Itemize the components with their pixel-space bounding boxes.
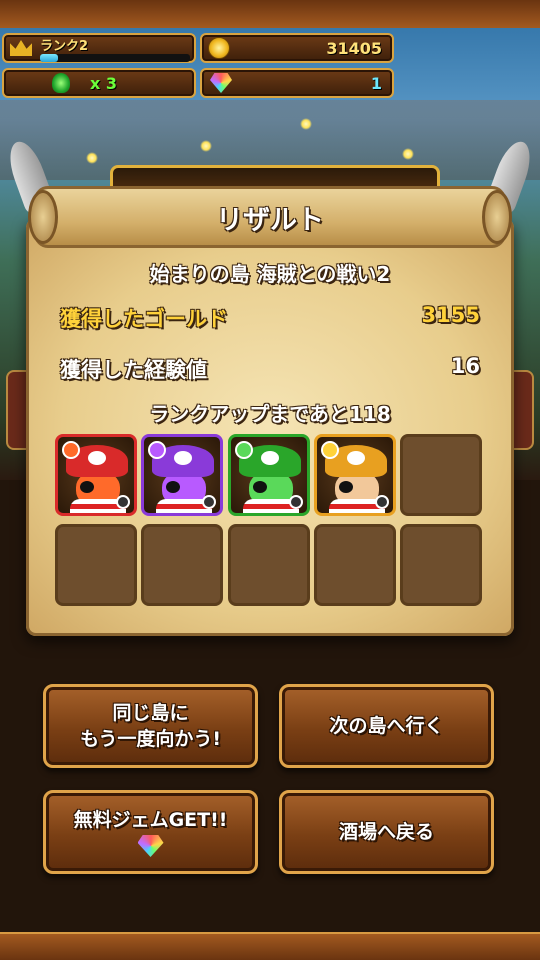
element-badge-icon (321, 441, 339, 459)
eyepatch (80, 481, 94, 493)
exp-earned-label: 獲得した経験値 (60, 358, 207, 382)
crown-icon (10, 40, 32, 56)
skull-icon (174, 451, 192, 465)
yellow-pirate-icon (314, 434, 396, 516)
skill-badge-icon (289, 495, 303, 509)
gem-panel: 1 (200, 68, 394, 98)
skill-badge-icon (116, 495, 130, 509)
empty-slot (400, 434, 482, 516)
green-pirate-icon (228, 434, 310, 516)
purple-pirate-icon (141, 434, 223, 516)
empty-slot (400, 524, 482, 606)
sparkle-icon (402, 148, 414, 160)
return-to-tavern-label: 酒場へ戻る (338, 821, 434, 843)
skull-icon (88, 451, 106, 465)
skull-icon (261, 451, 279, 465)
rank-progress-bar (40, 54, 190, 62)
free-gems-label: 無料ジェムGET!! (73, 809, 228, 831)
next-island-button[interactable]: 次の島へ行く (279, 684, 494, 768)
coin-icon (208, 37, 230, 59)
skill-badge-icon (375, 495, 389, 509)
potion-count: x 3 (90, 74, 118, 93)
element-badge-icon (62, 441, 80, 459)
empty-slot (141, 524, 223, 606)
rank-panel: ランク2 (2, 33, 196, 63)
red-pirate-icon (55, 434, 137, 516)
empty-slot (55, 524, 137, 606)
skull-icon (347, 451, 365, 465)
retry-island-button[interactable]: 同じ島に もう一度向かう! (43, 684, 258, 768)
stage-name: 始まりの島 海賊との戦い2 (149, 262, 391, 286)
gem-icon (210, 73, 232, 93)
sparkle-icon (200, 140, 212, 152)
top-wood-bar (0, 0, 540, 28)
sparkle-icon (86, 152, 98, 164)
retry-island-label: 同じ島に もう一度向かう! (79, 702, 222, 750)
potion-icon (52, 73, 70, 93)
next-island-label: 次の島へ行く (329, 715, 444, 737)
free-gems-button[interactable]: 無料ジェムGET!! (43, 790, 258, 874)
gold-earned-label: 獲得したゴールド (60, 307, 228, 331)
game-screen: ランク2 31405 x 3 1 リザルト 始まりの島 海賊との戦い2 獲得した… (0, 0, 540, 960)
bottom-wood-bar (0, 932, 540, 960)
rank-progress-fill (40, 54, 58, 62)
element-badge-icon (235, 441, 253, 459)
empty-slot (314, 524, 396, 606)
gold-panel: 31405 (200, 33, 394, 63)
sparkle-icon (300, 118, 312, 130)
gold-earned-value: 3155 (421, 303, 480, 327)
eyepatch (339, 481, 353, 493)
element-badge-icon (148, 441, 166, 459)
eyepatch (253, 481, 267, 493)
gem-count: 1 (370, 74, 382, 93)
result-title: リザルト (216, 205, 324, 236)
skill-badge-icon (202, 495, 216, 509)
rank-label: ランク2 (40, 39, 89, 54)
eyepatch (166, 481, 180, 493)
return-to-tavern-button[interactable]: 酒場へ戻る (279, 790, 494, 874)
gem-icon (137, 835, 164, 857)
empty-slot (228, 524, 310, 606)
potion-panel: x 3 (2, 68, 196, 98)
gold-amount: 31405 (326, 39, 382, 58)
exp-earned-value: 16 (450, 354, 480, 378)
rankup-remaining-text: ランクアップまであと118 (149, 402, 391, 426)
